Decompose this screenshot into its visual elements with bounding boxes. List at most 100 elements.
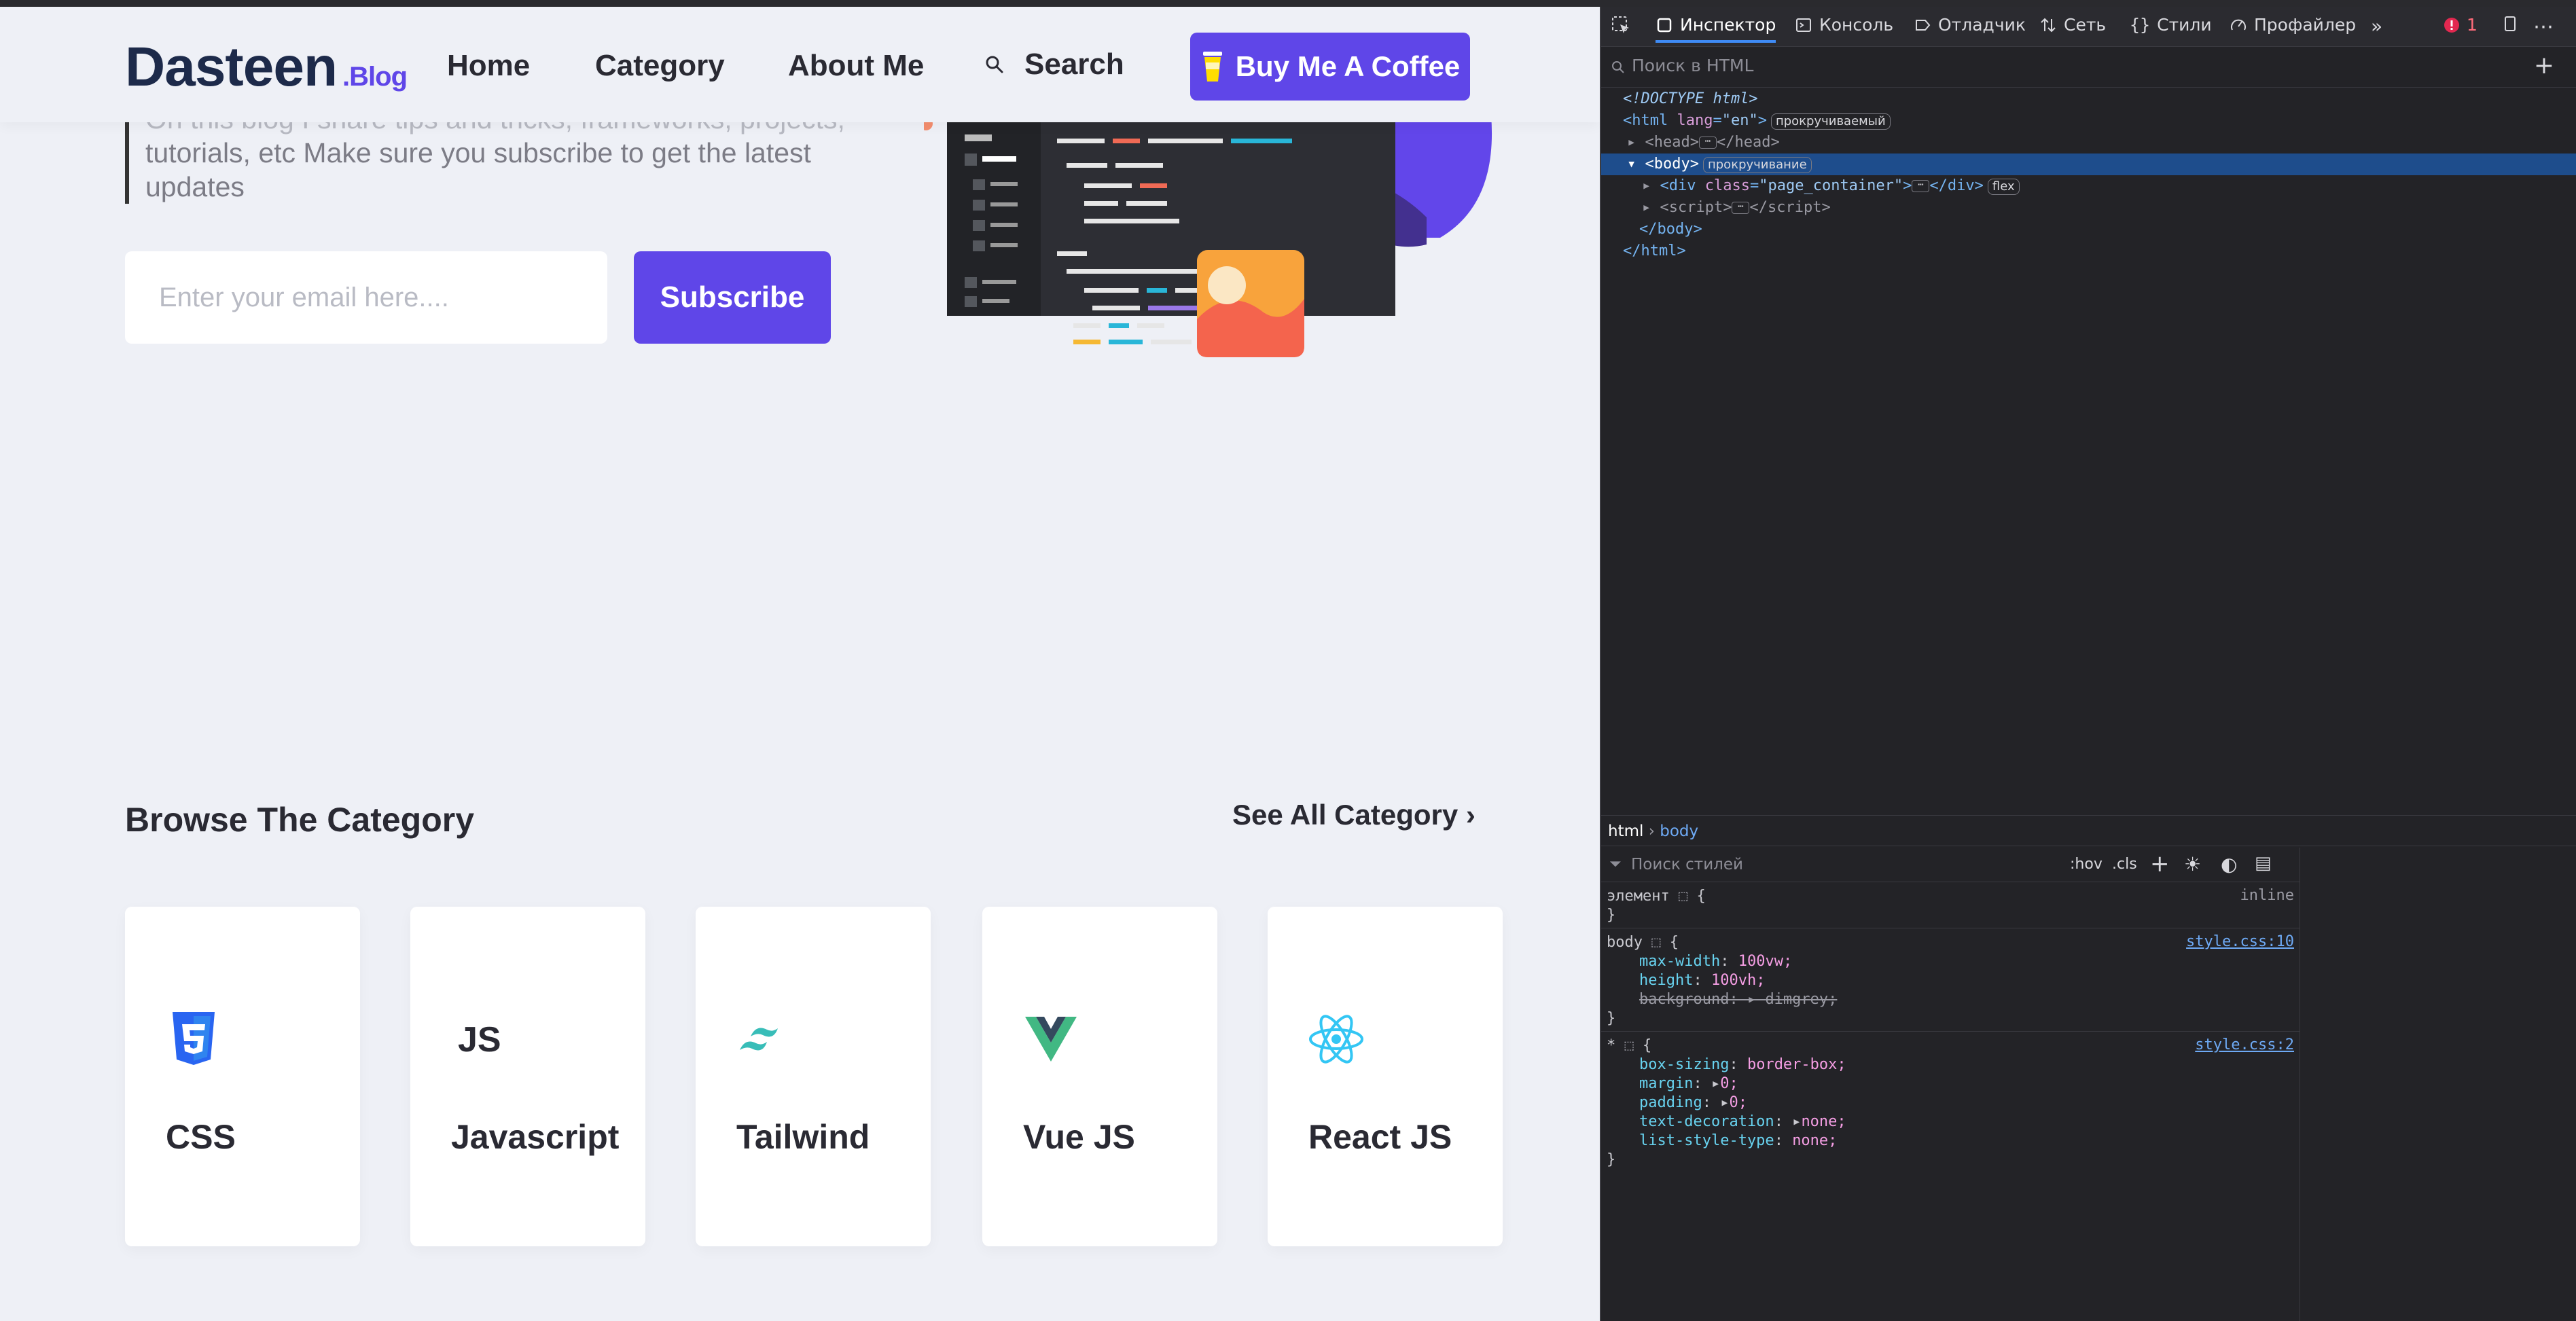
css3-icon [163,1009,224,1070]
star-rule-selector[interactable]: * ⬚ { [1607,1036,1651,1055]
tab-label: Стили [2157,15,2212,35]
error-icon [2444,17,2459,33]
body-rule-selector[interactable]: body ⬚ { [1607,933,1679,952]
site-logo[interactable]: Dasteen .Blog [125,35,408,99]
category-name: Vue JS [1023,1118,1135,1156]
hov-toggle[interactable]: :hov [2070,856,2103,873]
inspector-icon [1657,18,1672,32]
search-icon [986,56,1003,73]
tree-html-node[interactable]: <html lang="en"> прокручиваемый [1623,110,1891,132]
more-options-icon[interactable]: ⋯ [2533,15,2554,39]
add-rule-icon[interactable]: + [2150,850,2170,877]
element-rule[interactable]: элемент ⬚ { [1607,887,1706,906]
nav-about[interactable]: About Me [788,49,924,83]
breadcrumb-body[interactable]: body [1660,822,1698,840]
braces-icon: {} [2130,15,2151,35]
tab-debugger[interactable]: Отладчик [1914,15,2026,35]
logo-suffix: .Blog [342,62,408,92]
network-icon [2041,18,2056,32]
breadcrumb-html[interactable]: html [1608,822,1643,840]
category-card-javascript[interactable]: JS Javascript [410,907,645,1246]
html-search-bar[interactable]: Поиск в HTML + [1601,48,2576,88]
error-indicator[interactable]: 1 [2444,15,2477,35]
search-label: Search [1024,48,1124,81]
blog-page: On this blog I share tips and tricks, fr… [0,7,1600,1321]
print-media-icon[interactable]: ▤ [2255,853,2272,873]
category-card-css[interactable]: CSS [125,907,360,1246]
cls-toggle[interactable]: .cls [2112,856,2137,873]
element-picker-icon[interactable] [1611,15,1631,35]
coffee-label: Buy Me A Coffee [1235,50,1461,82]
css-declaration[interactable]: padding: ▸0; [1639,1093,1747,1112]
site-navbar: Dasteen .Blog Home Category About Me Sear… [0,7,1600,122]
image-icon [1197,250,1304,357]
category-name: Tailwind [736,1118,870,1156]
styles-filter-input[interactable]: Поиск стилей [1631,856,1743,873]
star-rule-source-link[interactable]: style.css:2 [2195,1036,2294,1053]
tab-console[interactable]: Консоль [1795,15,1893,35]
tab-label: Профайлер [2254,15,2357,35]
subscribe-button[interactable]: Subscribe [634,251,831,344]
css-declaration[interactable]: max-width: 100vw; [1639,952,1792,971]
nav-home[interactable]: Home [447,49,530,83]
scrolling-badge: прокручивание [1702,157,1812,173]
css-declaration[interactable]: height: 100vh; [1639,971,1765,990]
hero-illustration [924,115,1492,357]
tailwind-icon [734,1009,795,1070]
dark-mode-icon[interactable]: ◐ [2221,853,2237,875]
tab-network[interactable]: Сеть [2039,15,2106,35]
tree-head-node[interactable]: ▸ <head> ⋯ </head> [1627,132,1780,153]
devtools-panel: Инспектор Консоль Отладчик Сеть {} Стили… [1600,7,2576,1321]
profiler-icon [2231,19,2246,30]
category-card-vue[interactable]: Vue JS [982,907,1217,1246]
buy-me-a-coffee-button[interactable]: Buy Me A Coffee [1190,33,1470,101]
tree-div-node[interactable]: ▸ <div class="page_container"> ⋯ </div> fle… [1642,175,2020,197]
inline-label: inline [2240,887,2294,904]
body-rule-source-link[interactable]: style.css:10 [2186,933,2294,950]
tab-label: Сеть [2064,15,2107,35]
js-icon: JS [448,1009,509,1070]
section-title: Browse The Category [125,801,475,839]
category-name: Javascript [451,1118,620,1156]
flex-badge: flex [1987,179,2020,195]
tab-styles[interactable]: {} Стили [2130,15,2212,35]
css-declaration-overridden[interactable]: background: ▸ dimgrey; [1639,990,1837,1009]
window-top-strip [0,0,2576,7]
error-count: 1 [2467,15,2477,35]
category-card-tailwind[interactable]: Tailwind [696,907,931,1246]
css-declaration[interactable]: list-style-type: none; [1639,1132,1837,1151]
light-mode-icon[interactable]: ☀ [2184,853,2201,875]
tab-inspector[interactable]: Инспектор [1656,15,1776,43]
category-name: CSS [166,1118,236,1156]
more-tabs-icon[interactable]: » [2371,15,2382,37]
css-declaration[interactable]: text-decoration: ▸none; [1639,1112,1846,1132]
vue-icon [1020,1009,1081,1070]
css-declaration[interactable]: margin: ▸0; [1639,1074,1738,1093]
add-node-icon[interactable]: + [2534,52,2554,79]
css-declaration[interactable]: box-sizing: border-box; [1639,1055,1846,1074]
tree-body-close: </body> [1639,221,1702,238]
see-all-category-link[interactable]: See All Category › [1232,799,1475,831]
console-icon [1796,18,1811,32]
tree-doctype[interactable]: <!DOCTYPE html> [1623,88,1758,110]
svg-text:JS: JS [458,1020,501,1060]
nav-category[interactable]: Category [595,49,725,83]
tree-body-node-selected[interactable]: ▾ <body> прокручивание [1601,153,2576,175]
scrollable-badge: прокручиваемый [1770,113,1891,130]
email-input[interactable] [125,251,607,344]
hero-line-2: tutorials, etc Make sure you subscribe t… [145,137,811,168]
styles-pane: ⏷ Поиск стилей :hov .cls + ☀ ◐ ▤ элемент… [1601,848,2300,1321]
nav-search[interactable]: Search [985,48,1124,82]
styles-filter-bar: ⏷ Поиск стилей :hov .cls + ☀ ◐ ▤ [1601,848,2300,882]
tree-script-node[interactable]: ▸ <script> ⋯ </script> [1642,197,1831,219]
see-all-label: See All Category [1232,799,1459,831]
category-card-react[interactable]: React JS [1268,907,1503,1246]
coffee-cup-icon [1202,52,1222,82]
tab-profiler[interactable]: Профайлер [2230,15,2356,35]
debugger-icon [1916,19,1931,31]
filter-icon: ⏷ [1609,856,1622,873]
react-icon [1306,1009,1367,1070]
logo-name: Dasteen [125,36,338,98]
responsive-design-icon[interactable] [2501,15,2519,33]
chevron-right-icon: › [1465,799,1475,831]
